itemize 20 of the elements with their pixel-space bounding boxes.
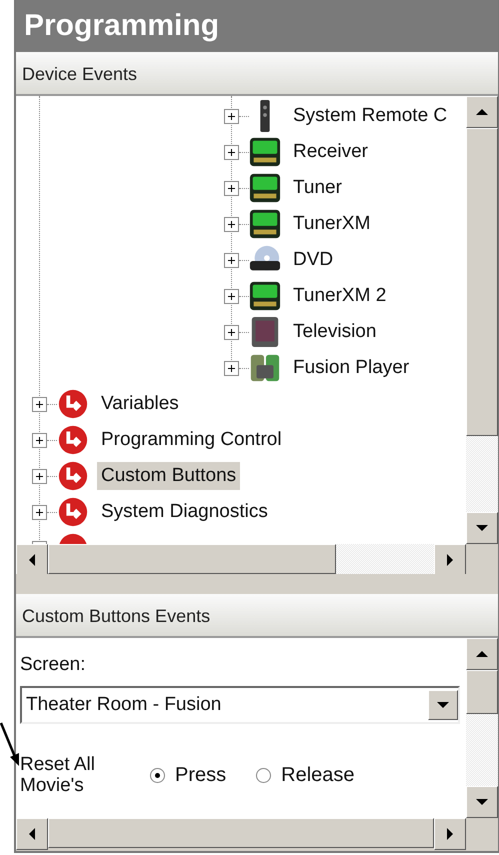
section-header: Device Events <box>16 52 498 96</box>
radio-option[interactable]: Press <box>150 764 226 786</box>
screen-label: Screen: <box>20 654 86 676</box>
tree-item[interactable]: DVD <box>289 246 338 274</box>
tree-item[interactable]: Variables <box>97 390 183 418</box>
tree-item[interactable]: Receiver <box>289 138 372 166</box>
tree-item[interactable]: Programming Control <box>97 426 286 454</box>
radio-option[interactable]: Release <box>256 764 355 786</box>
screen-dropdown[interactable]: Theater Room - Fusion <box>20 686 460 724</box>
panel-title: Programming <box>16 0 498 52</box>
tree-item[interactable]: System Remote C <box>289 102 452 130</box>
tree-item[interactable]: TunerXM 2 <box>289 282 390 310</box>
tree-item[interactable]: Fusion Player <box>289 354 414 382</box>
tree-item[interactable]: Tuner <box>289 174 346 202</box>
section-header: Custom Buttons Events <box>16 594 498 638</box>
tree-item[interactable]: Television <box>289 318 380 346</box>
tree-item[interactable]: System Diagnostics <box>97 498 272 526</box>
button-name: Reset All Movie's <box>20 754 96 796</box>
tree-item[interactable]: Custom Buttons <box>97 462 240 490</box>
tree-item[interactable]: TunerXM <box>289 210 374 238</box>
